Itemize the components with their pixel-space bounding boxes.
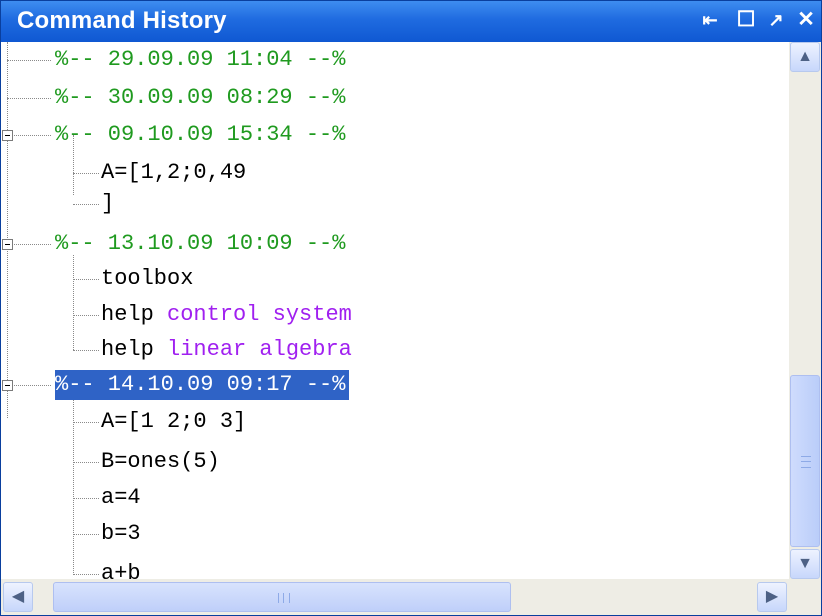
- grip-icon: [278, 593, 290, 603]
- history-command[interactable]: A=[1 2;0 3]: [101, 407, 246, 437]
- horizontal-scroll-thumb[interactable]: [53, 582, 511, 612]
- window-title: Command History: [17, 7, 227, 34]
- history-command[interactable]: ]: [101, 189, 114, 219]
- tree-connector: [73, 350, 99, 351]
- chevron-left-icon: ◀: [11, 588, 25, 605]
- history-command[interactable]: a+b: [101, 559, 141, 579]
- scroll-up-button[interactable]: ▲: [790, 42, 820, 72]
- history-tree[interactable]: %-- 29.09.09 11:04 --% %-- 30.09.09 08:2…: [1, 42, 789, 579]
- tree-connector: [73, 422, 99, 423]
- command-history-window: Command History ⇤ ☐ ↗ ✕ %-- 29.09.09 11:…: [0, 0, 822, 616]
- history-command[interactable]: a=4: [101, 483, 141, 513]
- tree-connector: [14, 244, 51, 245]
- tree-connector: [73, 315, 99, 316]
- minimize-button[interactable]: ↗: [763, 7, 789, 33]
- command-text: help: [101, 302, 168, 327]
- history-separator-selected[interactable]: %-- 14.10.09 09:17 --%: [55, 370, 350, 400]
- history-command[interactable]: help control system: [101, 300, 352, 330]
- history-separator[interactable]: %-- 13.10.09 10:09 --%: [55, 229, 345, 259]
- tree-connector: [73, 462, 99, 463]
- history-separator[interactable]: %-- 09.10.09 15:34 --%: [55, 120, 345, 150]
- tree-connector: [73, 498, 99, 499]
- grip-icon: [801, 456, 811, 468]
- tree-connector: [7, 60, 51, 61]
- chevron-down-icon: ▼: [797, 555, 813, 572]
- history-command[interactable]: b=3: [101, 519, 141, 549]
- close-button[interactable]: ✕: [793, 7, 819, 33]
- command-argument: linear algebra: [167, 337, 352, 362]
- history-separator[interactable]: %-- 29.09.09 11:04 --%: [55, 45, 345, 75]
- tree-connector: [14, 385, 51, 386]
- title-bar[interactable]: Command History ⇤ ☐ ↗ ✕: [1, 1, 821, 42]
- maximize-button[interactable]: ☐: [733, 7, 759, 33]
- tree-connector: [73, 173, 99, 174]
- vertical-scroll-thumb[interactable]: [790, 375, 820, 547]
- tree-connector: [14, 135, 51, 136]
- history-command[interactable]: A=[1,2;0,49: [101, 158, 246, 188]
- history-separator[interactable]: %-- 30.09.09 08:29 --%: [55, 83, 345, 113]
- tree-line: [73, 390, 74, 575]
- tree-connector: [73, 204, 99, 205]
- history-command[interactable]: toolbox: [101, 264, 193, 294]
- command-argument: control system: [167, 302, 352, 327]
- tree-connector: [73, 279, 99, 280]
- undock-button[interactable]: ⇤: [697, 7, 723, 33]
- tree-connector: [7, 98, 51, 99]
- vertical-scrollbar[interactable]: ▲ ▼: [789, 42, 821, 579]
- scroll-corner: [789, 579, 821, 615]
- tree-line: [73, 255, 74, 350]
- collapse-icon[interactable]: [2, 130, 13, 141]
- collapse-icon[interactable]: [2, 380, 13, 391]
- scroll-down-button[interactable]: ▼: [790, 549, 820, 579]
- chevron-right-icon: ▶: [765, 588, 779, 605]
- chevron-up-icon: ▲: [797, 48, 813, 65]
- history-command[interactable]: help linear algebra: [101, 335, 352, 365]
- command-text: help: [101, 337, 168, 362]
- scroll-left-button[interactable]: ◀: [3, 582, 33, 612]
- tree-connector: [73, 574, 99, 575]
- tree-connector: [73, 534, 99, 535]
- collapse-icon[interactable]: [2, 239, 13, 250]
- history-command[interactable]: B=ones(5): [101, 447, 220, 477]
- horizontal-scrollbar[interactable]: ◀ ▶: [1, 579, 789, 615]
- scroll-right-button[interactable]: ▶: [757, 582, 787, 612]
